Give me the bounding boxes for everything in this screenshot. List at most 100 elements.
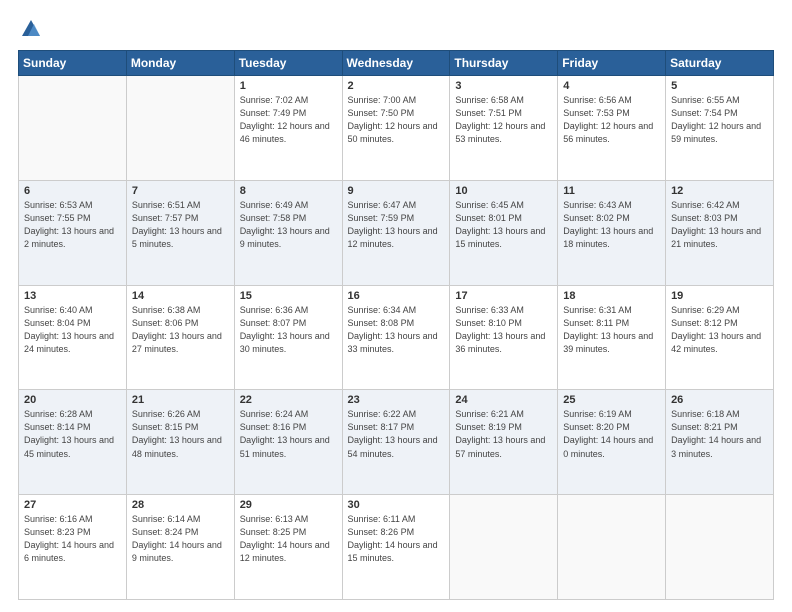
calendar-cell: 17Sunrise: 6:33 AMSunset: 8:10 PMDayligh… [450,285,558,390]
day-info: Sunrise: 6:18 AMSunset: 8:21 PMDaylight:… [671,408,768,460]
day-number: 13 [24,290,121,302]
day-number: 10 [455,185,552,197]
day-info: Sunrise: 6:29 AMSunset: 8:12 PMDaylight:… [671,304,768,356]
day-number: 27 [24,499,121,511]
calendar-cell: 2 Sunrise: 7:00 AMSunset: 7:50 PMDaylight… [342,76,450,181]
day-info: Sunrise: 6:55 AMSunset: 7:54 PMDaylight:… [671,94,768,146]
day-info: Sunrise: 6:19 AMSunset: 8:20 PMDaylight:… [563,408,660,460]
day-info: Sunrise: 6:24 AMSunset: 8:16 PMDaylight:… [240,408,337,460]
calendar-cell: 30 Sunrise: 6:11 AMSunset: 8:26 PMDayligh… [342,495,450,600]
weekday-tuesday: Tuesday [234,51,342,76]
calendar-cell: 24 Sunrise: 6:21 AMSunset: 8:19 PMDayligh… [450,390,558,495]
day-info: Sunrise: 6:21 AMSunset: 8:19 PMDaylight:… [455,408,552,460]
day-number: 21 [132,394,229,406]
day-number: 1 [240,80,337,92]
day-info: Sunrise: 6:36 AMSunset: 8:07 PMDaylight:… [240,304,337,356]
day-number: 2 [348,80,445,92]
calendar-cell: 4Sunrise: 6:56 AMSunset: 7:53 PMDaylight… [558,76,666,181]
calendar-cell: 7 Sunrise: 6:51 AMSunset: 7:57 PMDaylight… [126,180,234,285]
calendar-cell: 8 Sunrise: 6:49 AMSunset: 7:58 PMDaylight… [234,180,342,285]
calendar-cell: 26Sunrise: 6:18 AMSunset: 8:21 PMDayligh… [666,390,774,495]
header [18,18,774,40]
day-info: Sunrise: 6:51 AMSunset: 7:57 PMDaylight:… [132,199,229,251]
calendar-cell [126,76,234,181]
day-number: 24 [455,394,552,406]
day-number: 30 [348,499,445,511]
day-info: Sunrise: 6:49 AMSunset: 7:58 PMDaylight:… [240,199,337,251]
day-info: Sunrise: 6:26 AMSunset: 8:15 PMDaylight:… [132,408,229,460]
day-info: Sunrise: 6:11 AMSunset: 8:26 PMDaylight:… [348,513,445,565]
day-number: 15 [240,290,337,302]
calendar-table: SundayMondayTuesdayWednesdayThursdayFrid… [18,50,774,600]
day-number: 18 [563,290,660,302]
day-number: 11 [563,185,660,197]
calendar-cell: 1 Sunrise: 7:02 AMSunset: 7:49 PMDaylight… [234,76,342,181]
day-info: Sunrise: 6:31 AMSunset: 8:11 PMDaylight:… [563,304,660,356]
day-info: Sunrise: 6:16 AMSunset: 8:23 PMDaylight:… [24,513,121,565]
day-number: 9 [348,185,445,197]
day-info: Sunrise: 6:43 AMSunset: 8:02 PMDaylight:… [563,199,660,251]
day-number: 28 [132,499,229,511]
day-info: Sunrise: 6:56 AMSunset: 7:53 PMDaylight:… [563,94,660,146]
calendar-cell: 13 Sunrise: 6:40 AMSunset: 8:04 PMDayligh… [19,285,127,390]
day-info: Sunrise: 7:00 AMSunset: 7:50 PMDaylight:… [348,94,445,146]
day-number: 25 [563,394,660,406]
day-info: Sunrise: 6:14 AMSunset: 8:24 PMDaylight:… [132,513,229,565]
calendar-cell: 9 Sunrise: 6:47 AMSunset: 7:59 PMDaylight… [342,180,450,285]
calendar-cell: 12 Sunrise: 6:42 AMSunset: 8:03 PMDayligh… [666,180,774,285]
calendar-cell: 27 Sunrise: 6:16 AMSunset: 8:23 PMDayligh… [19,495,127,600]
day-info: Sunrise: 6:45 AMSunset: 8:01 PMDaylight:… [455,199,552,251]
day-number: 7 [132,185,229,197]
calendar-cell: 21 Sunrise: 6:26 AMSunset: 8:15 PMDayligh… [126,390,234,495]
day-info: Sunrise: 6:42 AMSunset: 8:03 PMDaylight:… [671,199,768,251]
calendar-cell: 20Sunrise: 6:28 AMSunset: 8:14 PMDayligh… [19,390,127,495]
day-info: Sunrise: 6:40 AMSunset: 8:04 PMDaylight:… [24,304,121,356]
day-info: Sunrise: 6:47 AMSunset: 7:59 PMDaylight:… [348,199,445,251]
calendar-week-row: 6Sunrise: 6:53 AMSunset: 7:55 PMDaylight… [19,180,774,285]
weekday-thursday: Thursday [450,51,558,76]
logo [18,18,42,40]
calendar-week-row: 20Sunrise: 6:28 AMSunset: 8:14 PMDayligh… [19,390,774,495]
calendar-cell [19,76,127,181]
calendar-cell: 5Sunrise: 6:55 AMSunset: 7:54 PMDaylight… [666,76,774,181]
calendar-cell: 28 Sunrise: 6:14 AMSunset: 8:24 PMDayligh… [126,495,234,600]
logo-icon [20,18,42,40]
page: SundayMondayTuesdayWednesdayThursdayFrid… [0,0,792,612]
day-number: 29 [240,499,337,511]
day-info: Sunrise: 6:38 AMSunset: 8:06 PMDaylight:… [132,304,229,356]
day-number: 22 [240,394,337,406]
day-number: 19 [671,290,768,302]
day-info: Sunrise: 6:13 AMSunset: 8:25 PMDaylight:… [240,513,337,565]
day-info: Sunrise: 6:53 AMSunset: 7:55 PMDaylight:… [24,199,121,251]
calendar-cell: 6Sunrise: 6:53 AMSunset: 7:55 PMDaylight… [19,180,127,285]
weekday-monday: Monday [126,51,234,76]
day-number: 23 [348,394,445,406]
day-number: 12 [671,185,768,197]
calendar-cell: 15 Sunrise: 6:36 AMSunset: 8:07 PMDayligh… [234,285,342,390]
calendar-cell: 22 Sunrise: 6:24 AMSunset: 8:16 PMDayligh… [234,390,342,495]
calendar-cell: 23Sunrise: 6:22 AMSunset: 8:17 PMDayligh… [342,390,450,495]
calendar-cell [558,495,666,600]
day-info: Sunrise: 6:28 AMSunset: 8:14 PMDaylight:… [24,408,121,460]
weekday-sunday: Sunday [19,51,127,76]
calendar-cell: 25 Sunrise: 6:19 AMSunset: 8:20 PMDayligh… [558,390,666,495]
day-number: 16 [348,290,445,302]
calendar-cell [450,495,558,600]
calendar-cell: 18 Sunrise: 6:31 AMSunset: 8:11 PMDayligh… [558,285,666,390]
day-number: 14 [132,290,229,302]
weekday-friday: Friday [558,51,666,76]
calendar-cell: 3 Sunrise: 6:58 AMSunset: 7:51 PMDaylight… [450,76,558,181]
day-number: 8 [240,185,337,197]
calendar-week-row: 13 Sunrise: 6:40 AMSunset: 8:04 PMDayligh… [19,285,774,390]
day-info: Sunrise: 7:02 AMSunset: 7:49 PMDaylight:… [240,94,337,146]
calendar-cell: 14 Sunrise: 6:38 AMSunset: 8:06 PMDayligh… [126,285,234,390]
calendar-cell [666,495,774,600]
calendar-cell: 19 Sunrise: 6:29 AMSunset: 8:12 PMDayligh… [666,285,774,390]
calendar-cell: 11 Sunrise: 6:43 AMSunset: 8:02 PMDayligh… [558,180,666,285]
weekday-saturday: Saturday [666,51,774,76]
calendar-cell: 29 Sunrise: 6:13 AMSunset: 8:25 PMDayligh… [234,495,342,600]
day-number: 17 [455,290,552,302]
day-info: Sunrise: 6:58 AMSunset: 7:51 PMDaylight:… [455,94,552,146]
day-number: 3 [455,80,552,92]
weekday-wednesday: Wednesday [342,51,450,76]
